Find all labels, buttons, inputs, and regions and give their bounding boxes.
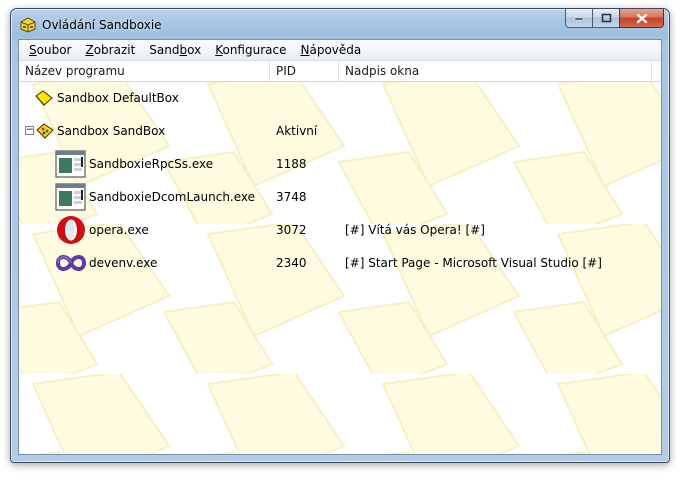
opera-icon [57, 216, 85, 244]
row-window-title: [#] Start Page - Microsoft Visual Studio… [345, 256, 602, 270]
maximize-icon [601, 13, 611, 23]
process-list[interactable]: Název programu PID Nadpis okna Sandbox D… [19, 61, 661, 454]
list-item[interactable]: Sandbox DefaultBox [19, 82, 661, 115]
list-item[interactable]: opera.exe 3072 [#] Vítá vás Opera! [#] [19, 214, 661, 247]
list-item[interactable]: − Sandbox SandBox Aktivní [19, 115, 661, 148]
list-item[interactable]: devenv.exe 2340 [#] Start Page - Microso… [19, 247, 661, 280]
sandboxie-control-window: Ovládání Sandboxie Soubor Zobrazit Sandbox… [10, 8, 670, 463]
menu-item-nápověda[interactable]: Nápověda [293, 41, 368, 60]
close-button[interactable] [619, 9, 664, 28]
menu-item-sandbox[interactable]: Sandbox [142, 41, 208, 60]
row-name: SandboxieRpcSs.exe [89, 157, 214, 171]
row-window-title: [#] Vítá vás Opera! [#] [345, 223, 485, 237]
row-name: devenv.exe [89, 256, 158, 270]
column-header-pid[interactable]: PID [270, 61, 339, 82]
close-icon [636, 13, 647, 23]
sandboxie-app-icon [20, 17, 36, 33]
caption-buttons [565, 9, 664, 29]
window-title: Ovládání Sandboxie [42, 18, 162, 32]
column-header-name[interactable]: Název programu [19, 61, 270, 82]
row-pid: Aktivní [276, 124, 318, 138]
list-item[interactable]: SandboxieRpcSs.exe 1188 [19, 148, 661, 181]
row-name: opera.exe [89, 223, 149, 237]
list-header: Název programu PID Nadpis okna [19, 61, 661, 82]
row-name: Sandbox SandBox [57, 124, 166, 138]
row-name: SandboxieDcomLaunch.exe [89, 190, 256, 204]
window-app-icon [55, 150, 86, 178]
list-item[interactable]: SandboxieDcomLaunch.exe 3748 [19, 181, 661, 214]
row-pid: 2340 [276, 256, 307, 270]
maximize-button[interactable] [592, 9, 619, 28]
row-pid: 1188 [276, 157, 307, 171]
client-area: Soubor Zobrazit Sandbox Konfigurace Nápověda… [18, 39, 662, 455]
collapse-toggle[interactable]: − [25, 126, 34, 135]
menu-item-zobrazit[interactable]: Zobrazit [78, 41, 142, 60]
window-app-icon [55, 183, 86, 211]
list-rows: Sandbox DefaultBox − Sandbox SandBox Akt… [19, 82, 661, 280]
row-name: Sandbox DefaultBox [57, 91, 179, 105]
minimize-button[interactable] [565, 9, 592, 28]
sandbox-active-icon [36, 123, 54, 139]
menu-item-soubor[interactable]: Soubor [22, 41, 78, 60]
column-header-window-title[interactable]: Nadpis okna [339, 61, 652, 82]
row-pid: 3748 [276, 190, 307, 204]
menu-bar: Soubor Zobrazit Sandbox Konfigurace Nápověda [19, 40, 661, 61]
row-pid: 3072 [276, 223, 307, 237]
minimize-icon [574, 17, 584, 21]
sandbox-icon [35, 90, 53, 106]
title-bar[interactable]: Ovládání Sandboxie [11, 9, 669, 39]
menu-item-konfigurace[interactable]: Konfigurace [208, 41, 293, 60]
visual-studio-icon [55, 255, 87, 271]
